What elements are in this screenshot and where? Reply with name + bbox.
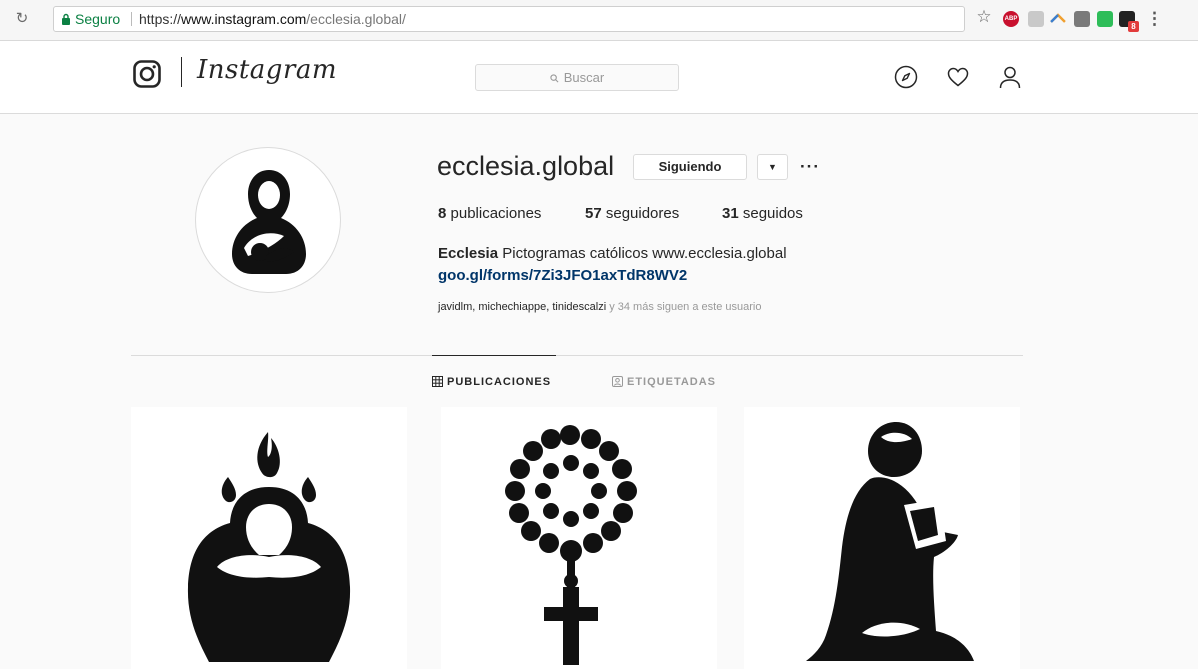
instagram-logo-icon[interactable] (133, 60, 161, 88)
tab-tagged[interactable]: ETIQUETADAS (612, 376, 716, 388)
extension-icon[interactable] (1028, 11, 1044, 27)
abp-icon[interactable]: ABP (1003, 11, 1019, 27)
profile-username: ecclesia.global (437, 151, 615, 181)
rosary-icon (505, 425, 637, 665)
rainbow-icon[interactable] (1050, 13, 1066, 23)
praying-figure-icon (806, 422, 974, 661)
bio-text: Pictogramas católicos www.ecclesia.globa… (502, 245, 787, 262)
suggestions-dropdown-button[interactable]: ▼ (757, 154, 788, 180)
url-path: /ecclesia.global/ (306, 11, 406, 27)
post-thumbnail[interactable] (131, 407, 407, 669)
instagram-wordmark[interactable]: Instagram (197, 55, 337, 85)
secure-label: Seguro (75, 11, 121, 27)
extension-badge: 8 (1128, 21, 1139, 32)
following-button[interactable]: Siguiendo (633, 154, 747, 180)
search-input[interactable]: Buscar (475, 64, 679, 91)
grid-icon (432, 376, 443, 387)
header-divider (181, 57, 182, 87)
bio-link[interactable]: goo.gl/forms/7Zi3JFO1axTdR8WV2 (438, 267, 687, 284)
bookmark-star-icon[interactable]: ☆ (975, 8, 993, 26)
browser-toolbar: ↻ Seguro https://www.instagram.com/eccle… (0, 0, 1198, 41)
tabs-divider (131, 355, 1023, 356)
reload-icon[interactable]: ↻ (12, 9, 32, 29)
profile-avatar[interactable] (195, 147, 341, 293)
post-thumbnail[interactable] (744, 407, 1020, 669)
profile-bio: Ecclesia Pictogramas católicos www.eccle… (438, 245, 787, 262)
compass-icon[interactable] (894, 65, 918, 89)
madonna-child-icon (232, 170, 306, 274)
post-thumbnail[interactable] (441, 407, 717, 669)
browser-menu-icon[interactable]: ⋮ (1146, 8, 1163, 30)
followed-by-text: javidlm, michechiappe, tinidescalzi y 34… (438, 301, 761, 313)
tab-posts[interactable]: PUBLICACIONES (432, 376, 551, 388)
pentecost-figure-icon (187, 432, 351, 662)
tagged-user-icon (612, 376, 623, 387)
more-options-icon[interactable]: ··· (800, 157, 820, 177)
bio-name: Ecclesia (438, 245, 499, 262)
search-placeholder: Buscar (563, 70, 605, 85)
user-icon[interactable] (998, 65, 1022, 89)
url-scheme: https:// (139, 11, 182, 27)
stat-following[interactable]: 31 seguidos (722, 205, 803, 222)
caret-down-icon: ▼ (768, 162, 777, 172)
followed-by-names[interactable]: javidlm, michechiappe, tinidescalzi (438, 301, 606, 313)
url-text[interactable]: https://www.instagram.com/ecclesia.globa… (139, 7, 406, 31)
stat-followers[interactable]: 57 seguidores (585, 205, 679, 222)
dark-extension-icon[interactable]: 8 (1119, 11, 1139, 32)
active-tab-indicator (432, 355, 556, 356)
search-icon (550, 74, 559, 83)
followed-by-rest: y 34 más siguen a este usuario (609, 301, 762, 313)
url-host: www.instagram.com (181, 11, 307, 27)
lock-icon (62, 13, 70, 25)
heart-icon[interactable] (946, 65, 970, 89)
address-divider (131, 12, 132, 26)
address-bar[interactable]: Seguro https://www.instagram.com/ecclesi… (53, 6, 965, 32)
stat-posts: 8 publicaciones (438, 205, 542, 222)
instagram-header: Instagram Buscar (0, 41, 1198, 114)
green-extension-icon[interactable] (1097, 11, 1113, 27)
shield-icon[interactable] (1074, 11, 1090, 27)
